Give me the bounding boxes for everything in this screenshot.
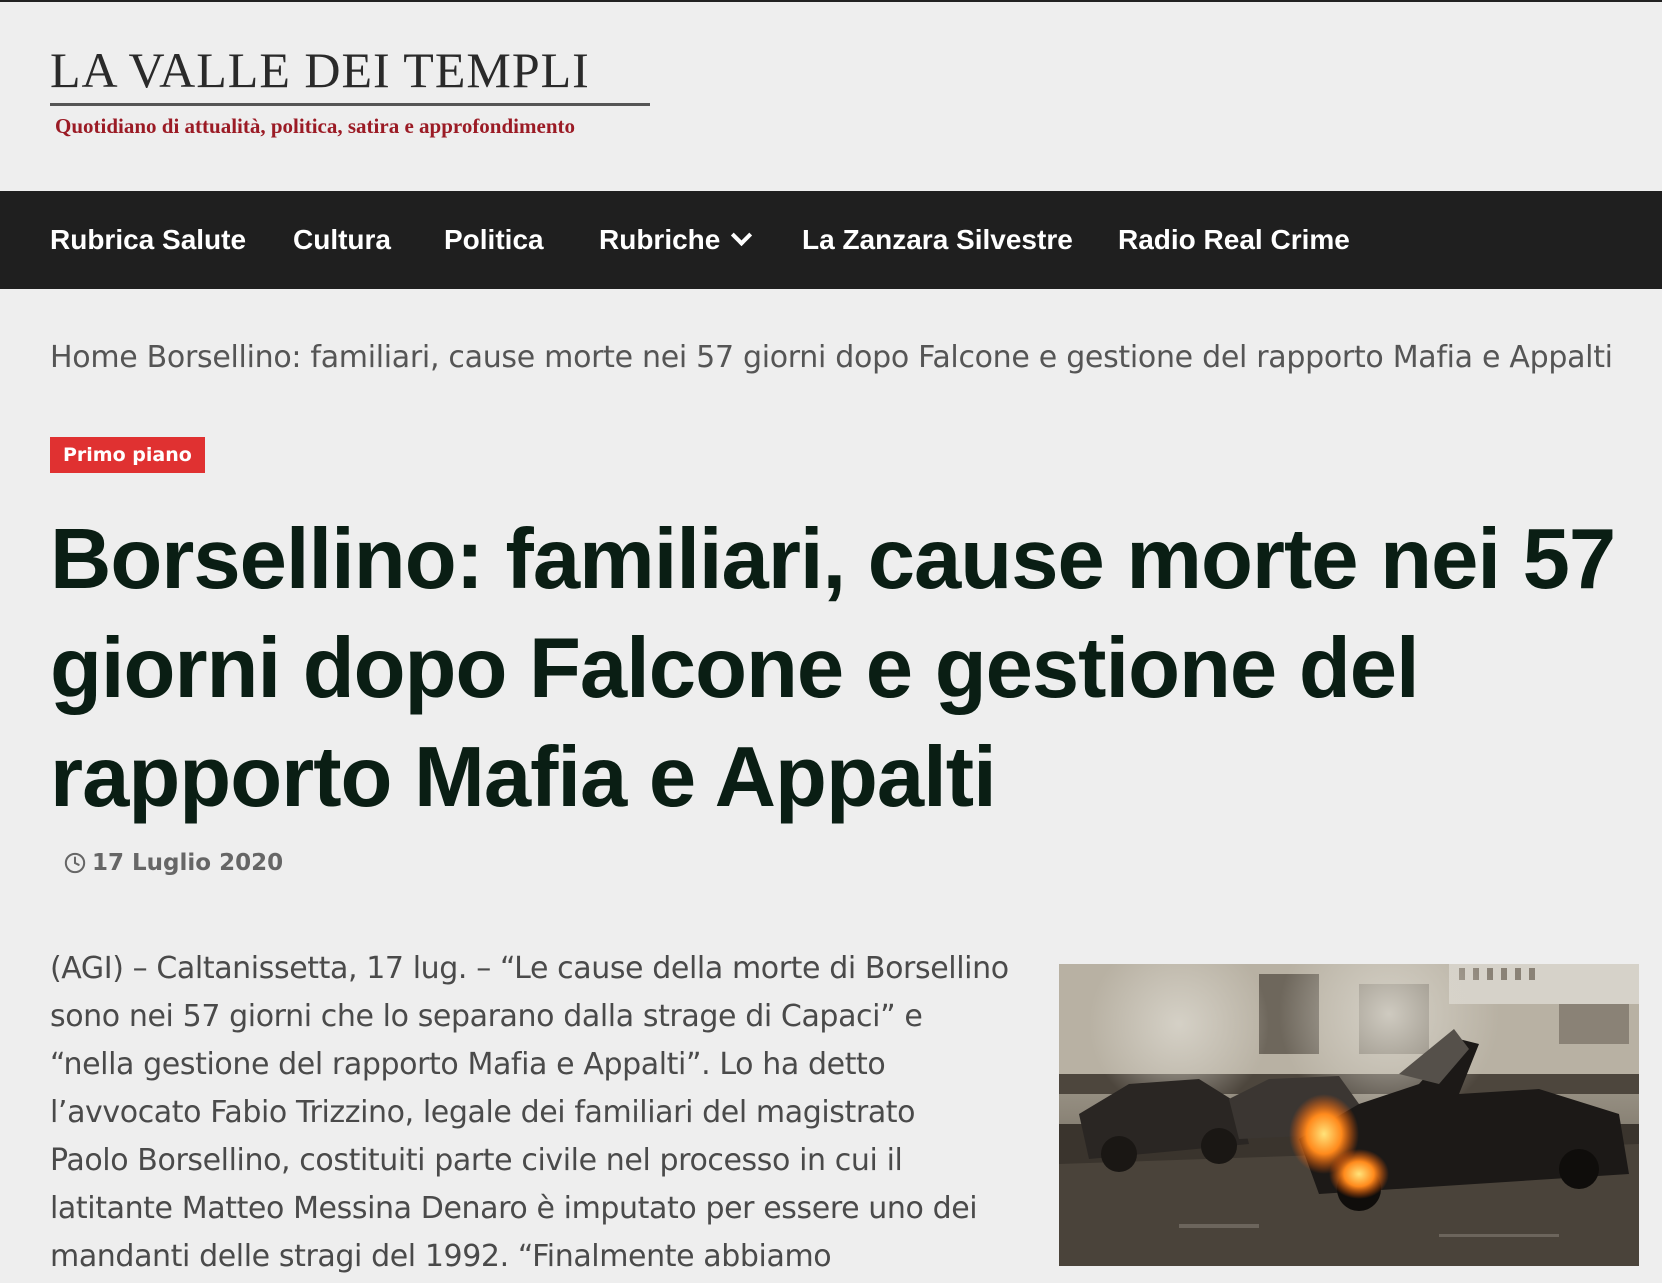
nav-label: Radio Real Crime — [1118, 224, 1350, 255]
clock-icon — [64, 852, 86, 874]
article-title: Borsellino: familiari, cause morte nei 5… — [50, 505, 1616, 832]
site-header: LA VALLE DEI TEMPLI Quotidiano di attual… — [0, 0, 1662, 191]
body-line: (AGI) – Caltanissetta, 17 lug. – “Le cau… — [50, 951, 1009, 986]
publish-date[interactable]: 17 Luglio 2020 — [92, 850, 283, 876]
nav-item-cultura[interactable]: Cultura — [293, 191, 391, 289]
title-line: giorni dopo Falcone e gestione del — [50, 621, 1420, 716]
article-body: (AGI) – Caltanissetta, 17 lug. – “Le cau… — [50, 945, 1050, 1281]
title-line: Borsellino: familiari, cause morte nei 5… — [50, 512, 1616, 607]
breadcrumb-current: Borsellino: familiari, cause morte nei 5… — [146, 340, 1613, 375]
body-line: sono nei 57 giorni che lo separano dalla… — [50, 999, 923, 1034]
nav-label: Politica — [444, 224, 544, 255]
logo-title: LA VALLE DEI TEMPLI — [50, 42, 590, 98]
nav-item-la-zanzara-silvestre[interactable]: La Zanzara Silvestre — [802, 191, 1073, 289]
nav-label: Rubrica Salute — [50, 224, 247, 255]
body-line: l’avvocato Fabio Trizzino, legale dei fa… — [50, 1095, 916, 1130]
title-line: rapporto Mafia e Appalti — [50, 730, 997, 825]
main-navigation: Rubrica Salute Cultura Politica Rubriche… — [0, 191, 1662, 289]
category-badge[interactable]: Primo piano — [50, 437, 205, 473]
nav-item-radio-real-crime[interactable]: Radio Real Crime — [1118, 191, 1350, 289]
nav-label: La Zanzara Silvestre — [802, 224, 1073, 255]
body-line: latitante Matteo Messina Denaro è imputa… — [50, 1191, 978, 1226]
breadcrumb-home-link[interactable]: Home — [50, 340, 138, 375]
body-line: Paolo Borsellino, costituiti parte civil… — [50, 1143, 903, 1178]
top-border — [0, 0, 1662, 2]
nav-item-rubrica-salute[interactable]: Rubrica Salute — [50, 191, 246, 289]
article-meta: 17 Luglio 2020 — [64, 850, 283, 876]
chevron-down-icon — [731, 224, 753, 247]
body-line: mandanti delle stragi del 1992. “Finalme… — [50, 1239, 832, 1274]
nav-item-rubriche[interactable]: Rubriche — [599, 191, 753, 289]
body-line: “nella gestione del rapporto Mafia e App… — [50, 1047, 886, 1082]
logo-subtitle: Quotidiano di attualità, politica, satir… — [55, 114, 575, 138]
burning-cars-photo — [1059, 964, 1639, 1266]
logo-divider — [50, 103, 650, 106]
nav-label: Cultura — [293, 224, 391, 255]
breadcrumb: Home Borsellino: familiari, cause morte … — [50, 340, 1613, 375]
article-image — [1059, 964, 1639, 1266]
nav-label: Rubriche — [599, 224, 721, 255]
site-logo[interactable]: LA VALLE DEI TEMPLI Quotidiano di attual… — [50, 40, 650, 139]
nav-item-politica[interactable]: Politica — [444, 191, 544, 289]
